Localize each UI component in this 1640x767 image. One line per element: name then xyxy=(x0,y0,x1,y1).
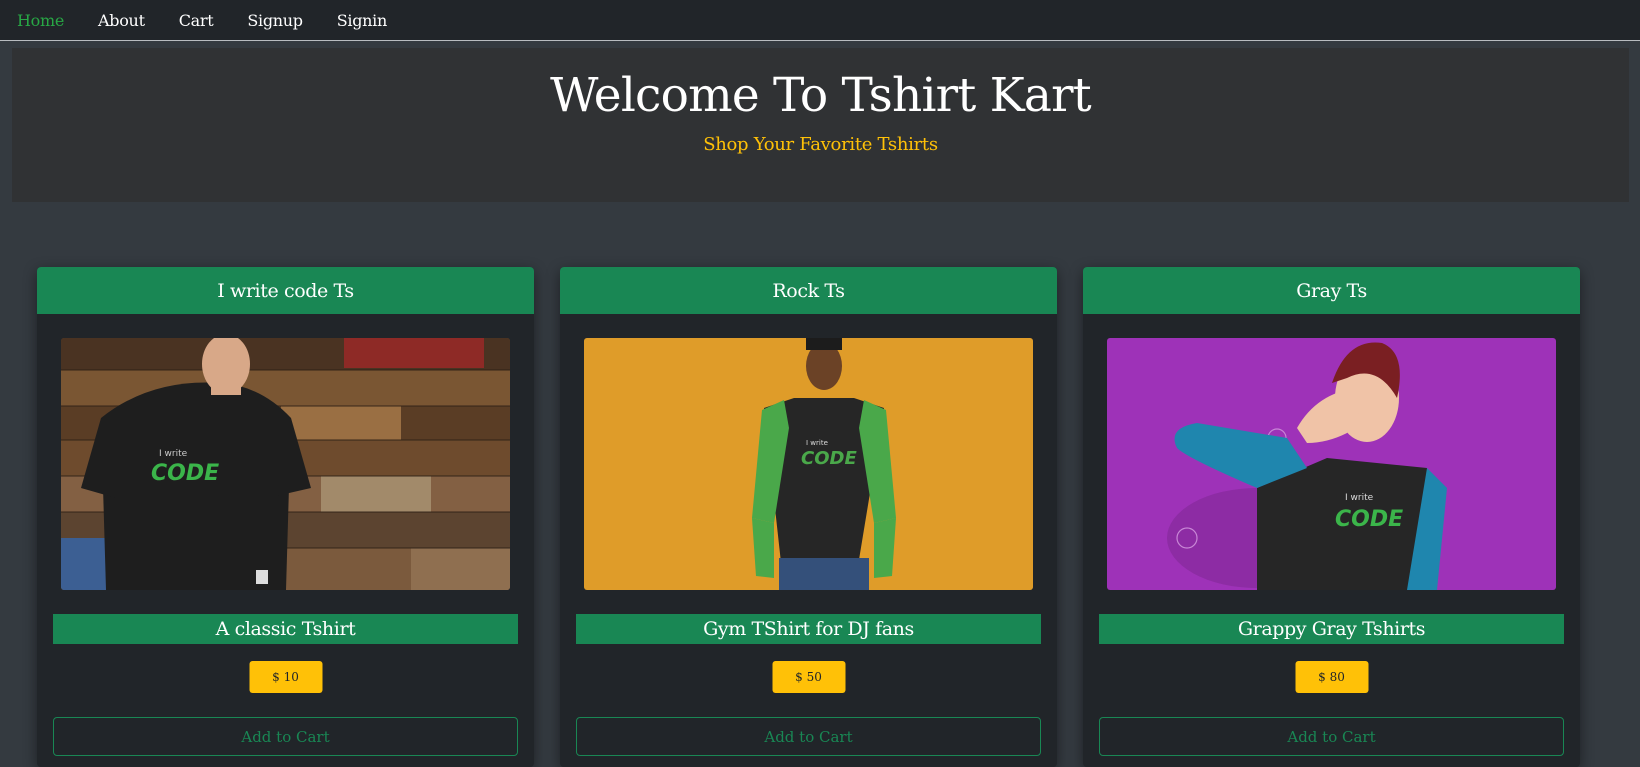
product-image: I write CODE xyxy=(584,338,1033,590)
price-button[interactable]: $ 80 xyxy=(1295,661,1368,693)
svg-text:I write: I write xyxy=(1345,493,1374,503)
product-card-3: Gray Ts I write CODE Grappy Gray Tshirts… xyxy=(1083,267,1580,767)
svg-text:CODE: CODE xyxy=(1335,507,1403,532)
product-title: Grappy Gray Tshirts xyxy=(1099,614,1564,644)
hero-title: Welcome To Tshirt Kart xyxy=(550,68,1092,123)
add-to-cart-button[interactable]: Add to Cart xyxy=(576,717,1041,756)
hero-banner: Welcome To Tshirt Kart Shop Your Favorit… xyxy=(12,48,1629,202)
svg-text:I write: I write xyxy=(806,439,828,447)
nav-signin-link[interactable]: Signin xyxy=(337,11,388,30)
nav-signup-link[interactable]: Signup xyxy=(247,11,303,30)
nav-home-link[interactable]: Home xyxy=(17,11,64,30)
navbar: Home About Cart Signup Signin xyxy=(0,0,1640,41)
price-button[interactable]: $ 10 xyxy=(249,661,322,693)
add-to-cart-button[interactable]: Add to Cart xyxy=(1099,717,1564,756)
product-card-header: Rock Ts xyxy=(560,267,1057,314)
product-card-header: Gray Ts xyxy=(1083,267,1580,314)
product-card-1: I write code Ts I write CODE A classic T… xyxy=(37,267,534,767)
add-to-cart-button[interactable]: Add to Cart xyxy=(53,717,518,756)
hero-subtitle: Shop Your Favorite Tshirts xyxy=(703,134,938,155)
svg-text:CODE: CODE xyxy=(801,448,857,469)
product-card-header: I write code Ts xyxy=(37,267,534,314)
product-image: I write CODE xyxy=(61,338,510,590)
product-image: I write CODE xyxy=(1107,338,1556,590)
product-title: Gym TShirt for DJ fans xyxy=(576,614,1041,644)
svg-text:CODE: CODE xyxy=(151,461,219,486)
nav-cart-link[interactable]: Cart xyxy=(179,11,214,30)
price-button[interactable]: $ 50 xyxy=(772,661,845,693)
product-title: A classic Tshirt xyxy=(53,614,518,644)
svg-text:I write: I write xyxy=(159,449,188,459)
nav-about-link[interactable]: About xyxy=(98,11,145,30)
product-card-2: Rock Ts I write CODE Gym TShirt for DJ f… xyxy=(560,267,1057,767)
